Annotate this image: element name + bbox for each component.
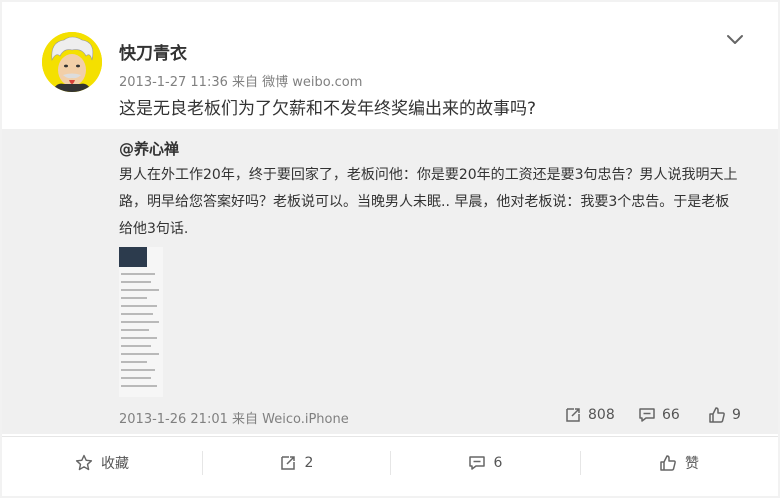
weibo-card: 快刀青衣 2013-1-27 11:36 来自 微博 weibo.com 这是无…	[2, 2, 778, 496]
avatar-image	[42, 32, 102, 92]
repost-count-button[interactable]: 808	[564, 405, 615, 425]
favorite-label: 收藏	[101, 456, 129, 472]
repost-button[interactable]: 2	[202, 437, 390, 489]
star-icon	[75, 454, 93, 471]
action-bar: 收藏 2 6 赞	[2, 436, 778, 488]
thumbnail-header	[119, 247, 147, 267]
repost-count: 808	[588, 407, 615, 423]
avatar[interactable]	[42, 32, 102, 92]
comment-button[interactable]: 6	[390, 437, 580, 489]
comment-count: 66	[662, 407, 680, 423]
favorite-button[interactable]: 收藏	[2, 437, 202, 489]
repost-box: @养心禅 男人在外工作20年，终于要回家了，老板问他：你是要20年的工资还是要3…	[2, 129, 778, 434]
thumbs-up-icon	[660, 455, 676, 471]
comment-count-button[interactable]: 66	[638, 405, 680, 425]
repost-action-count: 2	[304, 455, 314, 471]
comment-icon	[468, 456, 485, 470]
like-count-button[interactable]: 9	[708, 405, 741, 425]
repost-user[interactable]: @养心禅	[119, 138, 179, 159]
like-count: 9	[732, 407, 741, 423]
chevron-down-icon[interactable]	[724, 32, 746, 48]
author-name[interactable]: 快刀青衣	[119, 39, 187, 64]
repost-thumbnail[interactable]	[119, 247, 163, 397]
repost-icon	[566, 408, 580, 422]
comment-icon	[639, 408, 655, 422]
thumbs-up-icon	[709, 407, 725, 423]
like-button[interactable]: 赞	[580, 437, 778, 489]
post-text: 这是无良老板们为了欠薪和不发年终奖编出来的故事吗?	[119, 99, 537, 119]
post-meta: 2013-1-27 11:36 来自 微博 weibo.com	[119, 75, 363, 90]
comment-action-count: 6	[493, 455, 503, 471]
like-label: 赞	[685, 456, 699, 472]
repost-icon	[280, 456, 295, 470]
repost-footer-meta: 2013-1-26 21:01 来自 Weico.iPhone	[119, 412, 349, 427]
repost-text: 男人在外工作20年，终于要回家了，老板问他：你是要20年的工资还是要3句忠告？男…	[119, 167, 738, 237]
